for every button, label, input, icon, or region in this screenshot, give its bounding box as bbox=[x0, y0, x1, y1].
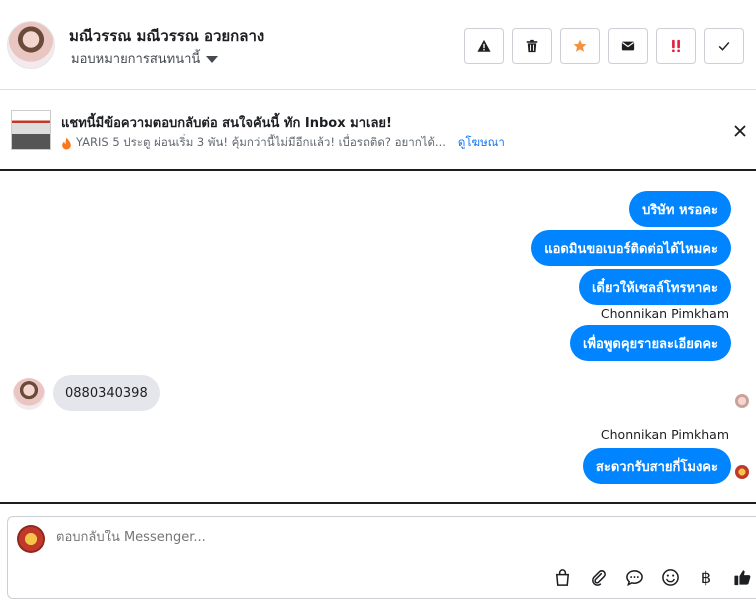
contact-avatar-small[interactable] bbox=[13, 378, 45, 410]
contact-name[interactable]: มณีวรรณ มณีวรรณ อวยกลาง bbox=[69, 24, 264, 48]
trash-icon bbox=[526, 39, 538, 53]
envelope-icon bbox=[621, 41, 635, 51]
sender-name: Chonnikan Pimkham bbox=[600, 427, 729, 442]
warning-icon bbox=[477, 39, 491, 52]
reply-input[interactable] bbox=[56, 530, 616, 545]
ad-description-row: YARIS 5 ประตู ผ่อนเริ่ม 3 พัน! คุ้มกว่าน… bbox=[61, 134, 505, 152]
outgoing-message[interactable]: เดี๋ยวให้เซลล์โทรหาคะ bbox=[578, 269, 731, 305]
view-ad-link[interactable]: ดูโฆษณา bbox=[458, 134, 505, 152]
star-icon bbox=[573, 39, 587, 52]
header-actions bbox=[464, 28, 744, 64]
message-thread[interactable]: บริษัท หรอคะ แอดมินขอเบอร์ติดต่อได้ไหมคะ… bbox=[0, 173, 756, 502]
reply-composer: ฿ bbox=[7, 516, 756, 599]
report-spam-button[interactable] bbox=[464, 28, 504, 64]
checkmark-icon bbox=[718, 42, 730, 51]
caret-down-icon bbox=[206, 55, 219, 63]
double-exclamation-icon bbox=[672, 39, 680, 53]
incoming-message[interactable]: 0880340398 bbox=[53, 375, 160, 411]
quick-replies-icon[interactable] bbox=[624, 567, 644, 587]
star-button[interactable] bbox=[560, 28, 600, 64]
fire-icon bbox=[62, 137, 71, 149]
page-avatar bbox=[17, 525, 45, 553]
outgoing-message[interactable]: บริษัท หรอคะ bbox=[629, 191, 731, 227]
ad-banner: แชทนี้มีข้อความตอบกลับต่อ สนใจคันนี้ ทัก… bbox=[0, 91, 756, 171]
contact-avatar[interactable] bbox=[7, 21, 55, 69]
ad-title: แชทนี้มีข้อความตอบกลับต่อ สนใจคันนี้ ทัก… bbox=[61, 116, 392, 131]
emoji-icon[interactable] bbox=[660, 567, 680, 587]
mark-done-button[interactable] bbox=[704, 28, 744, 64]
follow-up-button[interactable] bbox=[656, 28, 696, 64]
close-icon[interactable] bbox=[733, 124, 747, 138]
like-icon[interactable] bbox=[732, 567, 752, 587]
seen-avatar bbox=[735, 394, 749, 408]
assign-label: มอบหมายการสนทนานี้ bbox=[71, 52, 201, 67]
saved-replies-icon[interactable] bbox=[552, 567, 572, 587]
outgoing-message[interactable]: สะดวกรับสายกี่โมงคะ bbox=[582, 448, 731, 484]
attachment-icon[interactable] bbox=[588, 567, 608, 587]
outgoing-message[interactable]: เพื่อพูดคุยรายละเอียดคะ bbox=[570, 325, 731, 361]
delete-button[interactable] bbox=[512, 28, 552, 64]
mark-unread-button[interactable] bbox=[608, 28, 648, 64]
ad-description: YARIS 5 ประตู ผ่อนเริ่ม 3 พัน! คุ้มกว่าน… bbox=[76, 135, 446, 149]
ad-thumbnail[interactable] bbox=[11, 110, 51, 150]
assign-conversation-dropdown[interactable]: มอบหมายการสนทนานี้ bbox=[71, 48, 219, 69]
payment-icon[interactable]: ฿ bbox=[696, 567, 716, 587]
composer-tools: ฿ bbox=[552, 567, 752, 587]
conversation-header: มณีวรรณ มณีวรรณ อวยกลาง มอบหมายการสนทนาน… bbox=[0, 0, 756, 90]
sender-name: Chonnikan Pimkham bbox=[600, 306, 729, 321]
seen-avatar bbox=[735, 465, 749, 479]
outgoing-message[interactable]: แอดมินขอเบอร์ติดต่อได้ไหมคะ bbox=[531, 230, 731, 266]
thread-divider bbox=[0, 502, 756, 504]
